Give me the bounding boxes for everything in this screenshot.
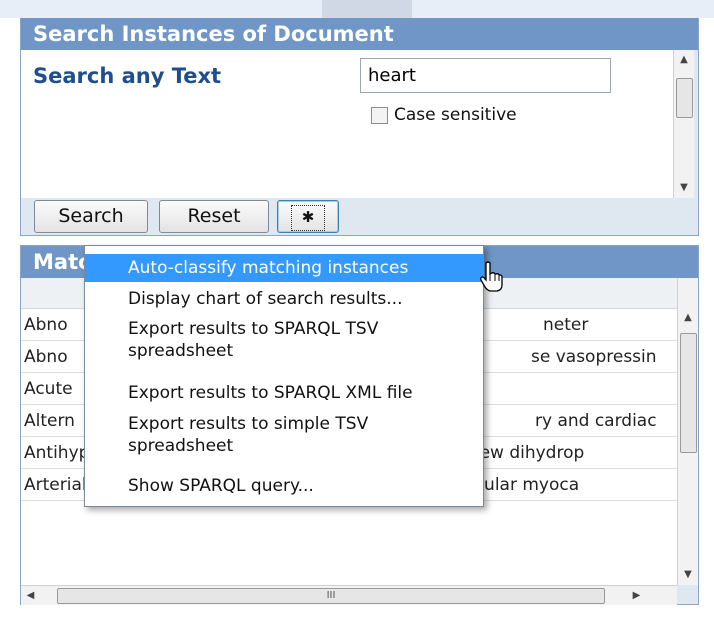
scroll-up-arrow-icon[interactable]: ▲ [674,50,694,70]
scroll-up-arrow-icon[interactable]: ▲ [678,308,698,328]
horizontal-scroll-thumb[interactable]: III [57,588,605,604]
results-vertical-scrollbar[interactable]: ▲ ▼ [677,278,698,585]
case-sensitive-label: Case sensitive [394,105,517,125]
menu-item-export-sparql-xml[interactable]: Export results to SPARQL XML file [85,379,483,407]
search-button[interactable]: Search [34,200,148,233]
scroll-left-arrow-icon[interactable]: ◀ [21,586,40,605]
hand-cursor-icon [480,261,503,292]
search-input[interactable] [360,58,611,93]
case-sensitive-checkbox[interactable] [371,106,388,124]
gear-icon: ✱ [291,205,325,231]
menu-item-display-chart[interactable]: Display chart of search results... [85,285,483,313]
case-sensitive-option[interactable]: Case sensitive [371,105,517,125]
reset-button[interactable]: Reset [159,200,269,233]
search-any-text-label: Search any Text [33,64,222,88]
scroll-down-arrow-icon[interactable]: ▼ [678,565,698,585]
search-panel: Search Instances of Document Search any … [20,18,699,236]
menu-item-export-simple-tsv[interactable]: Export results to simple TSV spreadsheet [85,413,483,465]
search-button-bar: Search Reset ✱ [21,198,698,235]
search-options-menu: Auto-classify matching instances Display… [84,245,484,507]
search-panel-title: Search Instances of Document [21,18,698,50]
scroll-thumb[interactable] [676,78,693,118]
search-vertical-scrollbar[interactable]: ▲ ▼ [673,50,694,198]
scroll-right-arrow-icon[interactable]: ▶ [627,586,646,605]
scroll-down-arrow-icon[interactable]: ▼ [674,178,694,198]
results-horizontal-scrollbar[interactable]: ◀ III ▶ [21,585,677,605]
menu-item-show-sparql-query[interactable]: Show SPARQL query... [85,472,483,500]
search-options-button[interactable]: ✱ [277,200,339,233]
top-strip [0,0,714,18]
top-tab [322,0,412,18]
search-body: Search any Text Case sensitive ▲ ▼ [21,50,694,198]
menu-item-export-sparql-tsv[interactable]: Export results to SPARQL TSV spreadsheet [85,318,483,370]
scroll-thumb[interactable] [680,333,697,453]
menu-item-auto-classify[interactable]: Auto-classify matching instances [85,254,483,282]
